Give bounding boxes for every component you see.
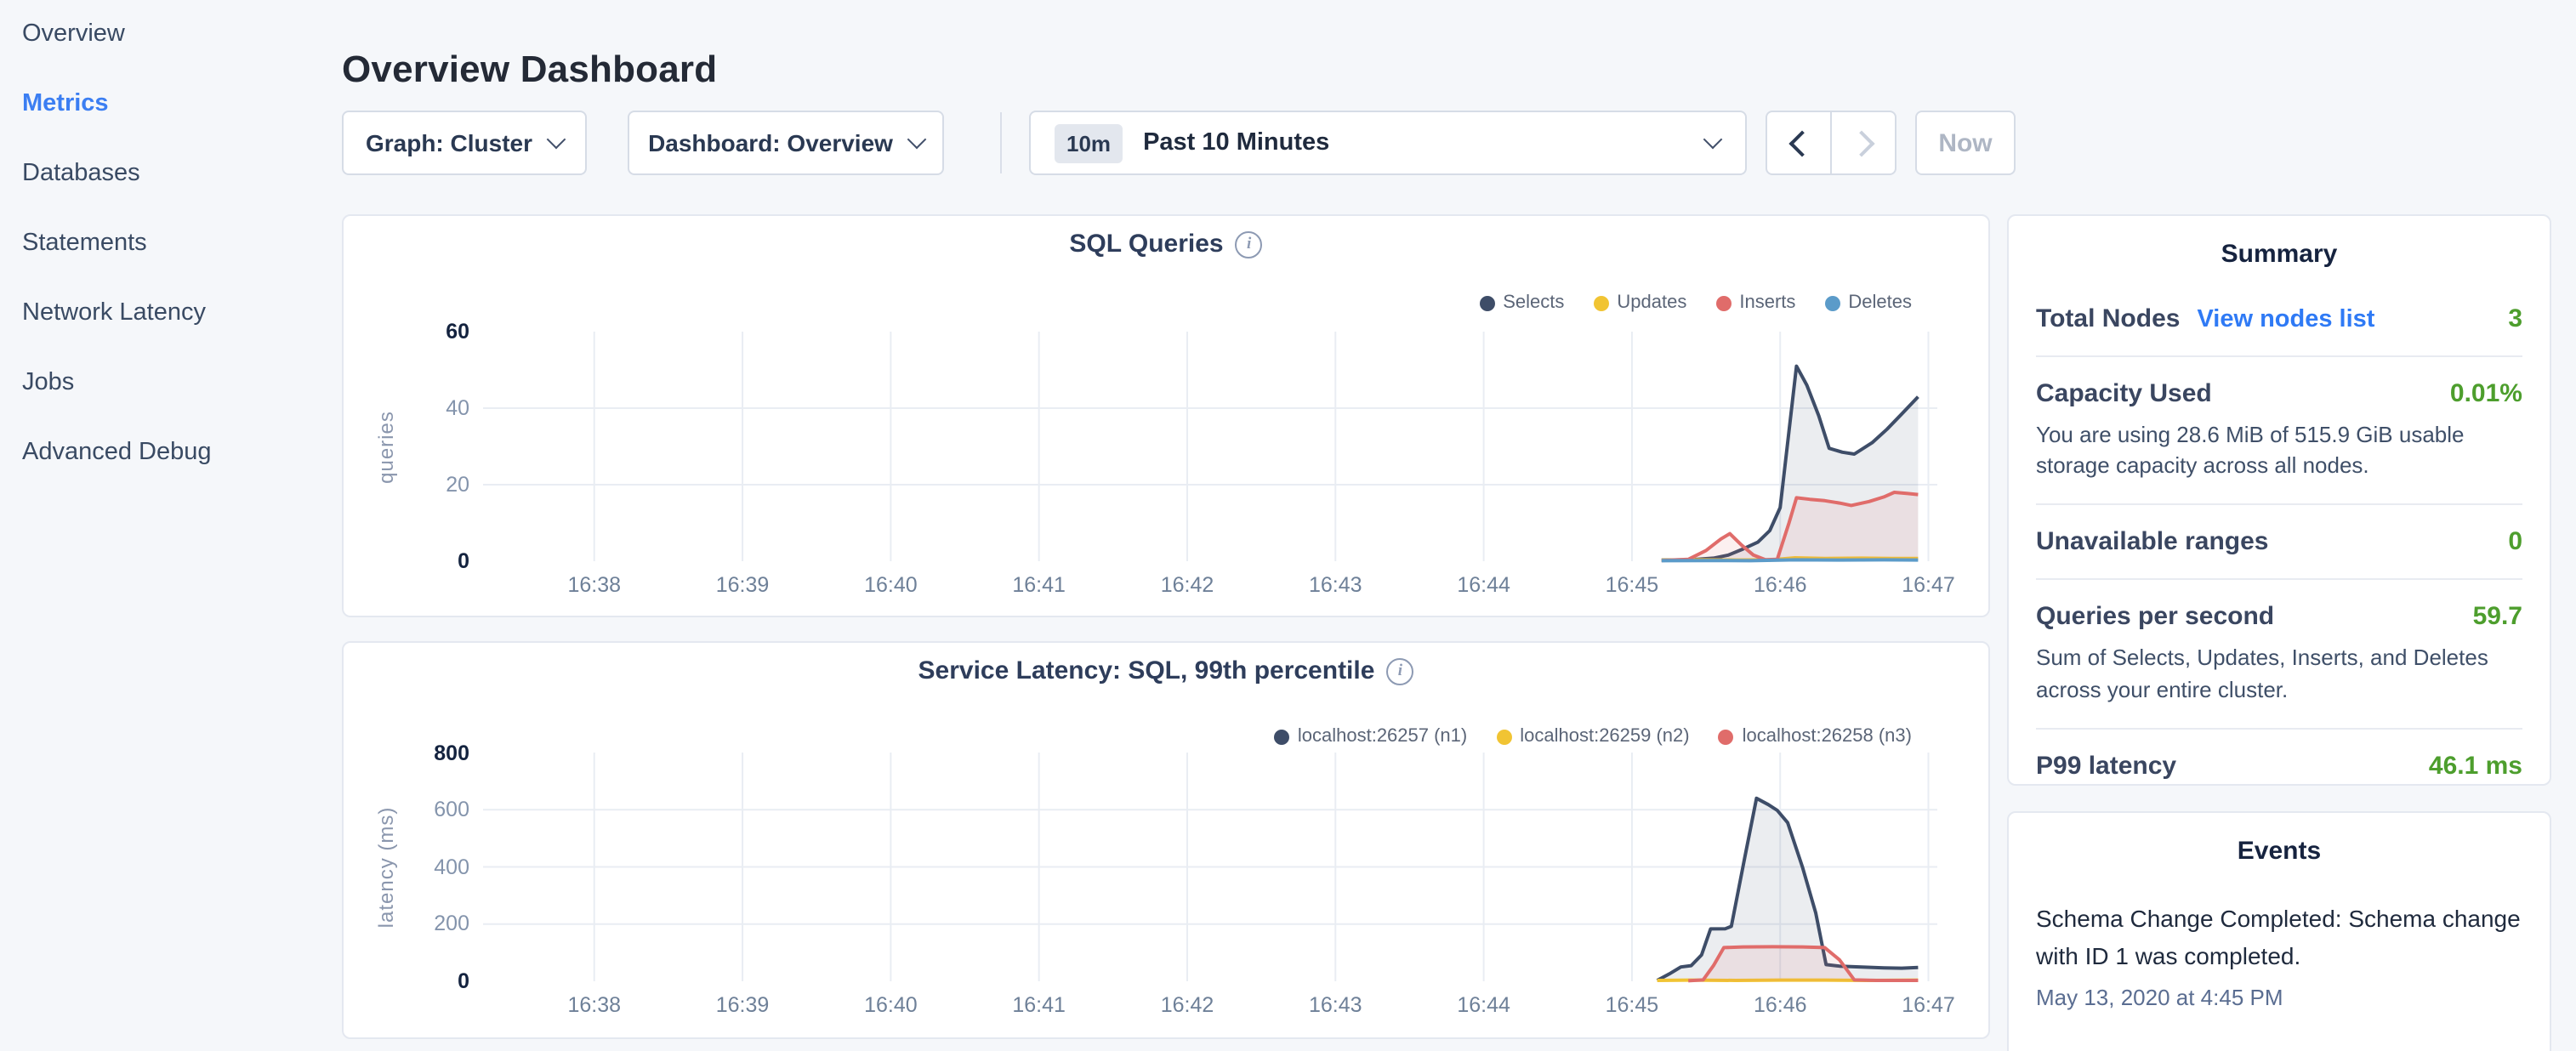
summary-row-value: 59.7	[2473, 603, 2522, 632]
x-tick-label: 16:38	[567, 993, 621, 1017]
sidebar-item-overview[interactable]: Overview	[22, 20, 125, 48]
chevron-right-icon	[1847, 129, 1874, 156]
x-tick-label: 16:43	[1309, 573, 1362, 597]
x-tick-label: 16:41	[1012, 573, 1066, 597]
event-text: Schema Change Completed: Schema change w…	[2036, 900, 2522, 976]
summary-row-label: Queries per second	[2036, 603, 2274, 632]
summary-row-line: Unavailable ranges 0	[2036, 528, 2522, 557]
chevron-left-icon	[1788, 129, 1814, 156]
y-tick-label: 800	[378, 741, 469, 764]
x-tick-label: 16:45	[1606, 573, 1659, 597]
summary-row: P99 latency 46.1 ms	[2036, 728, 2522, 803]
summary-row-value: 46.1 ms	[2429, 752, 2522, 781]
events-panel: Events Schema Change Completed: Schema c…	[2007, 811, 2551, 1051]
summary-row: Queries per second 59.7 Sum of Selects, Up…	[2036, 579, 2522, 728]
chevron-down-icon	[907, 130, 927, 150]
summary-row-line: Queries per second 59.7	[2036, 603, 2522, 632]
summary-row: Capacity Used 0.01% You are using 28.6 MiB…	[2036, 355, 2522, 504]
summary-row: Total Nodes View nodes list 3	[2036, 282, 2522, 355]
summary-row-label: Unavailable ranges	[2036, 528, 2268, 557]
summary-row: Unavailable ranges 0	[2036, 504, 2522, 579]
x-tick-label: 16:45	[1606, 993, 1659, 1017]
x-tick-label: 16:44	[1457, 573, 1510, 597]
event-timestamp: May 13, 2020 at 4:45 PM	[2036, 985, 2522, 1010]
sidebar-item-advanced-debug[interactable]: Advanced Debug	[22, 439, 212, 466]
sidebar-item-network-latency[interactable]: Network Latency	[22, 299, 206, 327]
summary-row-value: 3	[2508, 304, 2522, 333]
x-tick-label: 16:46	[1754, 573, 1807, 597]
x-tick-label: 16:47	[1902, 573, 1955, 597]
view-nodes-list-link[interactable]: View nodes list	[2197, 306, 2374, 333]
x-tick-label: 16:41	[1012, 993, 1066, 1017]
time-next-button[interactable]	[1830, 111, 1896, 175]
service-latency-chart-card: Service Latency: SQL, 99th percentile i …	[342, 641, 1990, 1039]
summary-row-line: Capacity Used 0.01%	[2036, 379, 2522, 408]
x-tick-label: 16:44	[1457, 993, 1510, 1017]
sidebar-nav: Overview Metrics Databases Statements Networ…	[0, 0, 340, 1051]
toolbar-divider	[1000, 112, 1002, 173]
graph-dropdown[interactable]: Graph: Cluster	[342, 111, 587, 175]
events-list: Schema Change Completed: Schema change w…	[2009, 866, 2550, 1010]
time-range-dropdown[interactable]: 10m Past 10 Minutes	[1029, 111, 1747, 175]
x-tick-label: 16:47	[1902, 993, 1955, 1017]
chevron-down-icon	[1703, 130, 1723, 150]
summary-title: Summary	[2009, 216, 2550, 269]
chevron-down-icon	[547, 130, 566, 150]
sidebar-item-statements[interactable]: Statements	[22, 230, 147, 257]
x-tick-label: 16:43	[1309, 993, 1362, 1017]
x-tick-label: 16:39	[716, 573, 770, 597]
summary-row-line: Total Nodes View nodes list 3	[2036, 304, 2522, 333]
sql-queries-chart-card: SQL Queries i SelectsUpdatesInsertsDelet…	[342, 214, 1990, 617]
y-tick-label: 0	[378, 969, 469, 993]
app-root: Overview Metrics Databases Statements Networ…	[0, 0, 2576, 1051]
graph-dropdown-label: Graph: Cluster	[366, 129, 532, 156]
summary-panel: Summary Total Nodes View nodes list 3 Capac…	[2007, 214, 2551, 786]
time-range-label: Past 10 Minutes	[1143, 129, 1329, 156]
x-tick-label: 16:40	[864, 573, 918, 597]
summary-row-value: 0	[2508, 528, 2522, 557]
x-tick-label: 16:39	[716, 993, 770, 1017]
events-title: Events	[2009, 813, 2550, 866]
y-tick-label: 0	[378, 549, 469, 573]
y-axis-label: queries	[374, 410, 398, 483]
sidebar-item-metrics[interactable]: Metrics	[22, 90, 109, 117]
now-button[interactable]: Now	[1915, 111, 2016, 175]
dashboard-dropdown-label: Dashboard: Overview	[648, 129, 893, 156]
y-axis-label: latency (ms)	[374, 806, 398, 928]
sidebar-item-databases[interactable]: Databases	[22, 160, 140, 187]
event-item[interactable]: Schema Change Completed: Schema change w…	[2036, 900, 2522, 1010]
summary-row-value: 0.01%	[2450, 379, 2522, 408]
summary-row-subtext: Sum of Selects, Updates, Inserts, and De…	[2036, 644, 2522, 706]
summary-row-subtext: You are using 28.6 MiB of 515.9 GiB usab…	[2036, 420, 2522, 482]
summary-row-label: Total Nodes	[2036, 304, 2180, 333]
page-title: Overview Dashboard	[342, 47, 717, 91]
summary-row-label: Capacity Used	[2036, 379, 2212, 408]
summary-row-line: P99 latency 46.1 ms	[2036, 752, 2522, 781]
chart-canvas[interactable]	[344, 216, 1988, 616]
sidebar-item-jobs[interactable]: Jobs	[22, 369, 74, 396]
y-tick-label: 60	[378, 320, 469, 344]
time-prev-button[interactable]	[1766, 111, 1832, 175]
x-tick-label: 16:38	[567, 573, 621, 597]
x-tick-label: 16:46	[1754, 993, 1807, 1017]
chart-canvas[interactable]	[344, 643, 1988, 1037]
x-tick-label: 16:40	[864, 993, 918, 1017]
dashboard-dropdown[interactable]: Dashboard: Overview	[628, 111, 944, 175]
summary-rows: Total Nodes View nodes list 3 Capacity Used…	[2009, 269, 2550, 803]
time-range-badge: 10m	[1055, 123, 1123, 162]
x-tick-label: 16:42	[1161, 993, 1214, 1017]
x-tick-label: 16:42	[1161, 573, 1214, 597]
summary-row-label: P99 latency	[2036, 752, 2176, 781]
